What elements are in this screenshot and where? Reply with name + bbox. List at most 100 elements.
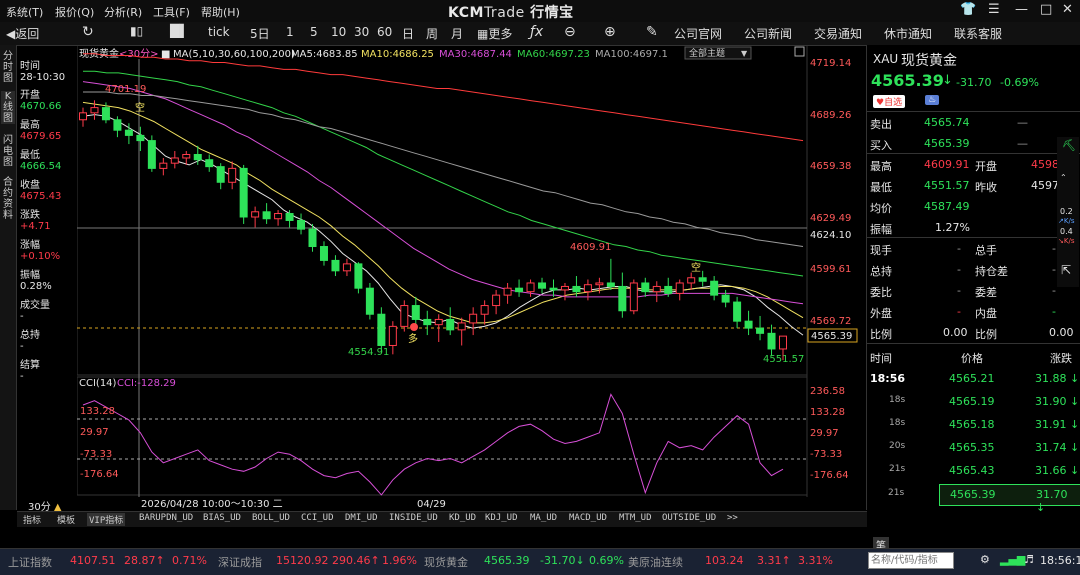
ticker-name[interactable]: 深证成指 [218, 554, 262, 570]
timeshare-icon[interactable]: ▮▯ [130, 24, 143, 38]
formula-icon[interactable]: ƒx [530, 24, 543, 40]
link-closure-notice[interactable]: 休市通知 [884, 25, 932, 42]
period-week[interactable]: 周 [426, 25, 438, 42]
tab-inside[interactable]: INSIDE_UD [389, 513, 438, 523]
tab-vip[interactable]: VIP指标 [87, 513, 126, 526]
cci-left-tick: 29.97 [80, 427, 109, 438]
settings-icon[interactable]: ⚙ [980, 553, 990, 566]
period-day[interactable]: 日 [402, 25, 414, 42]
link-company-site[interactable]: 公司官网 [674, 25, 722, 42]
more-button[interactable]: ▦更多 [477, 25, 512, 42]
tab-macd[interactable]: MACD_UD [569, 513, 607, 523]
tab-indicator[interactable]: 指标 [23, 513, 41, 526]
chart-canvas[interactable]: 现货黄金 <30分> ■ MA(5,10,30,60,100,200) MA5:… [77, 45, 867, 510]
menu-system[interactable]: 系统(T) [6, 4, 43, 20]
tab-timeshare[interactable]: 分时图 [1, 51, 15, 84]
quote-name: 现货黄金 [901, 53, 957, 69]
period-1[interactable]: 1 [286, 25, 294, 39]
tab-kd[interactable]: KD_UD [449, 513, 476, 523]
maximize-icon[interactable]: □ [1040, 2, 1052, 17]
tab-kdj[interactable]: KDJ_UD [485, 513, 518, 523]
shirt-icon[interactable]: 👕 [960, 2, 976, 17]
candle-body [124, 129, 133, 136]
quote-change-pct: -0.69% [1000, 76, 1039, 89]
period-month[interactable]: 月 [451, 25, 463, 42]
kline-icon[interactable]: █▌ [170, 24, 188, 38]
ticker-name[interactable]: 现货黄金 [424, 554, 468, 570]
tab-more[interactable]: >> [727, 513, 738, 523]
tab-bias[interactable]: BIAS_UD [203, 513, 241, 523]
close-icon[interactable]: ✕ [1062, 2, 1073, 17]
menu-tools[interactable]: 工具(F) [153, 4, 190, 20]
cci-right-tick: -176.64 [810, 470, 849, 481]
menu-bar: 系统(T) 报价(Q) 分析(R) 工具(F) 帮助(H) KCMTrade 行… [0, 0, 1080, 22]
tab-barupdn[interactable]: BARUPDN_UD [139, 513, 193, 523]
period-10[interactable]: 10 [331, 25, 346, 39]
period-5day[interactable]: 5日 [250, 25, 270, 42]
period-60[interactable]: 60 [377, 25, 392, 39]
link-support[interactable]: 联系客服 [954, 25, 1002, 42]
pct-value: +0.10% [20, 251, 61, 262]
price-tick: 4629.49 [810, 213, 851, 224]
signal-short-1: 空 [135, 101, 145, 114]
tick-time: 18:56 [870, 372, 906, 385]
tab-outside[interactable]: OUTSIDE_UD [662, 513, 716, 523]
menu-analysis[interactable]: 分析(R) [104, 4, 142, 20]
candle-body [423, 318, 432, 326]
menu-help[interactable]: 帮助(H) [201, 4, 240, 20]
favorite-button[interactable]: ♥自选 [873, 95, 906, 108]
tab-kline[interactable]: K线图 [1, 91, 15, 124]
ticker-name[interactable]: 美原油连续 [628, 554, 683, 570]
candle-body [538, 282, 547, 289]
zoom-out-icon[interactable]: ⊖ [564, 24, 576, 40]
period-5[interactable]: 5 [310, 25, 318, 39]
current-hand-value: - [957, 242, 961, 255]
tab-boll[interactable]: BOLL_UD [252, 513, 290, 523]
ma10-value: MA10:4686.25 [361, 49, 434, 60]
tab-mtm[interactable]: MTM_UD [619, 513, 652, 523]
candle-body [411, 305, 420, 320]
grid-icon: ▦ [477, 27, 489, 41]
tab-cci[interactable]: CCI_UD [301, 513, 334, 523]
cci-left-tick: -176.64 [80, 469, 119, 480]
tab-ma[interactable]: MA_UD [530, 513, 557, 523]
current-price-label: 4565.39 [811, 331, 852, 342]
candle-body [515, 287, 524, 293]
maximize-pane-icon[interactable] [794, 46, 805, 57]
tab-flash[interactable]: 闪电图 [1, 135, 15, 168]
expand-icon[interactable]: ⌃ [1060, 173, 1067, 182]
tab-dmi[interactable]: DMI_UD [345, 513, 378, 523]
menu-quote[interactable]: 报价(Q) [55, 4, 94, 20]
menu-icon[interactable]: ☰ [988, 2, 1000, 17]
indicator-tab-bar: 指标 模板 VIP指标 BARUPDN_UD BIAS_UD BOLL_UD C… [17, 511, 867, 527]
arrow-down-icon: ↓ [1070, 395, 1080, 408]
alert-bell-icon[interactable]: ♨ [925, 95, 940, 105]
period-30[interactable]: 30 [354, 25, 369, 39]
tick-price: 4565.35 [949, 441, 995, 454]
tick-change: 31.91 ↓ [1035, 418, 1080, 431]
zoom-in-icon[interactable]: ⊕ [604, 24, 616, 40]
search-input[interactable] [868, 552, 954, 569]
ticker-pct: 3.31% [798, 554, 833, 567]
ticker-change-value: 290.46 [332, 554, 371, 567]
minimize-icon[interactable]: — [1015, 2, 1028, 17]
ticker-name[interactable]: 上证指数 [8, 554, 52, 570]
period-tick[interactable]: tick [208, 25, 230, 39]
candle-body [675, 282, 684, 294]
speaker-icon[interactable]: ♬ [1024, 553, 1034, 566]
tab-contract[interactable]: 合约资料 [1, 177, 15, 221]
kline-chart[interactable]: 现货黄金 <30分> ■ MA(5,10,30,60,100,200) MA5:… [77, 45, 867, 510]
arrow-down-icon: ↓ [1070, 418, 1080, 431]
cci-left-tick: 133.28 [80, 406, 115, 417]
ma-lines [82, 53, 804, 336]
refresh-icon[interactable]: ↻ [82, 24, 94, 40]
draw-pen-icon[interactable]: ✎ [646, 24, 658, 40]
popout-icon[interactable]: ⇱ [1061, 263, 1071, 277]
link-company-news[interactable]: 公司新闻 [744, 25, 792, 42]
link-trade-notice[interactable]: 交易通知 [814, 25, 862, 42]
tab-template[interactable]: 模板 [57, 513, 75, 526]
settle-label: 结算 [20, 360, 40, 371]
ma200-line [83, 53, 804, 142]
back-button[interactable]: ◀返回 [6, 25, 39, 42]
candle-body [388, 325, 397, 346]
